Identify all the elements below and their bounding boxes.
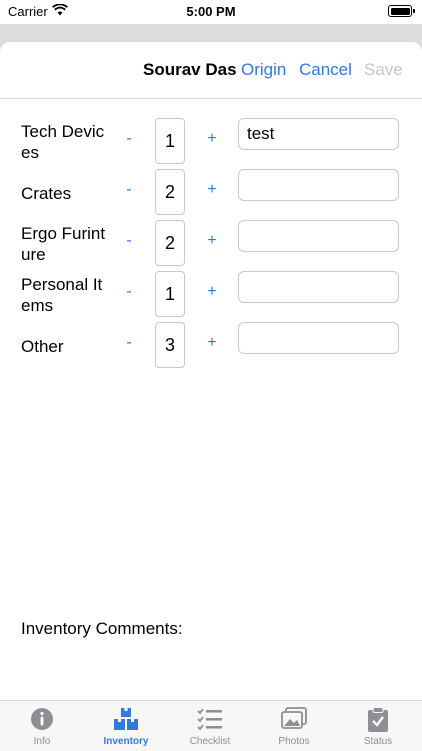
tab-bar: Info Inventory Checklist Photos Status [0,700,422,751]
item-note-field[interactable] [238,169,399,201]
inventory-boxes-icon [114,708,138,730]
inventory-row-tech-devices: Tech Devices - 1 + test [0,118,422,166]
item-label: Personal Items [21,275,103,315]
tab-label: Inventory [103,736,149,747]
info-icon [31,708,53,730]
tab-label: Photos [278,736,310,747]
customer-name-title: Sourav Das [143,60,237,79]
tab-checklist[interactable]: Checklist [168,701,252,751]
inventory-comments-label: Inventory Comments: [21,619,183,638]
increment-button[interactable]: + [205,334,219,352]
item-label: Other [21,336,64,356]
decrement-button[interactable]: - [122,283,136,301]
inventory-sheet: Sourav Das Origin Cancel Save Tech Devic… [0,42,422,750]
increment-button[interactable]: + [205,232,219,250]
item-label: Tech Devices [21,122,105,162]
decrement-button[interactable]: - [122,181,136,199]
item-label: Ergo Furinture [21,224,106,264]
quantity-field[interactable]: 2 [155,169,185,215]
status-clipboard-icon [368,707,388,732]
quantity-field[interactable]: 2 [155,220,185,266]
quantity-field[interactable]: 3 [155,322,185,368]
decrement-button[interactable]: - [122,334,136,352]
photos-icon [281,707,307,729]
inventory-row-personal-items: Personal Items - 1 + [0,271,422,319]
inventory-row-crates: Crates - 2 + [0,169,422,217]
item-note-field[interactable] [238,322,399,354]
item-note-field[interactable] [238,220,399,252]
item-note-field[interactable]: test [238,118,399,150]
origin-button[interactable]: Origin [241,60,286,80]
tab-inventory[interactable]: Inventory [84,701,168,751]
battery-icon [388,5,415,17]
decrement-button[interactable]: - [122,232,136,250]
clock: 5:00 PM [186,4,236,19]
inventory-row-other: Other - 3 + [0,322,422,370]
inventory-row-ergo-furniture: Ergo Furinture - 2 + [0,220,422,268]
increment-button[interactable]: + [205,130,219,148]
increment-button[interactable]: + [205,181,219,199]
quantity-field[interactable]: 1 [155,271,185,317]
tab-label: Checklist [189,736,231,747]
tab-status[interactable]: Status [336,701,420,751]
tab-photos[interactable]: Photos [252,701,336,751]
navigation-header: Sourav Das Origin Cancel Save [0,42,422,99]
tab-info[interactable]: Info [0,701,84,751]
cancel-button[interactable]: Cancel [299,60,352,80]
checklist-icon [197,708,222,731]
item-label: Crates [21,183,72,203]
item-note-field[interactable] [238,271,399,303]
decrement-button[interactable]: - [122,130,136,148]
save-button[interactable]: Save [364,60,403,80]
quantity-field[interactable]: 1 [155,118,185,164]
status-bar: Carrier 5:00 PM [0,0,422,24]
increment-button[interactable]: + [205,283,219,301]
tab-label: Info [33,736,51,747]
tab-label: Status [363,736,393,747]
